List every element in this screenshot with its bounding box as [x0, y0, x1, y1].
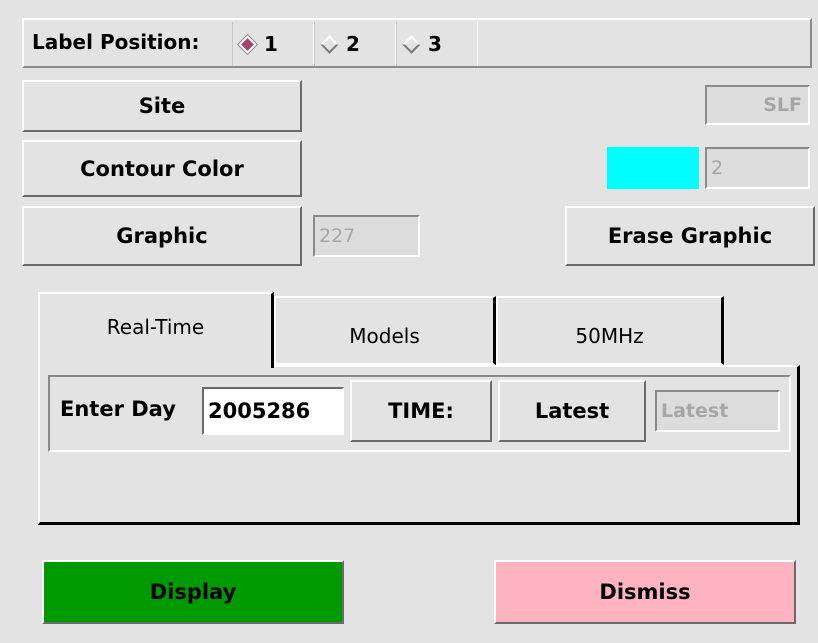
- label-position-bar: Label Position: 1 2 3: [22, 18, 812, 68]
- display-button[interactable]: Display: [42, 560, 344, 624]
- enter-day-input[interactable]: 2005286: [202, 387, 344, 435]
- time-button[interactable]: TIME:: [350, 380, 492, 442]
- enter-day-label: Enter Day: [60, 397, 176, 421]
- tab-50mhz[interactable]: 50MHz: [496, 296, 724, 365]
- radio-unselected-icon: [402, 34, 421, 54]
- dismiss-button[interactable]: Dismiss: [494, 560, 796, 624]
- graphic-field: 227: [313, 215, 420, 257]
- site-field: SLF: [705, 85, 810, 125]
- radio-unselected-icon: [320, 34, 339, 54]
- tab-models[interactable]: Models: [274, 296, 496, 365]
- contour-color-field: 2: [705, 147, 810, 189]
- site-button[interactable]: Site: [22, 80, 302, 132]
- label-position-label: Label Position:: [32, 30, 200, 54]
- label-position-radio-1[interactable]: 1: [232, 22, 314, 66]
- latest-field: Latest: [655, 390, 780, 432]
- label-position-radio-2[interactable]: 2: [314, 22, 396, 66]
- radio-label-3: 3: [428, 32, 442, 56]
- radio-selected-icon: [238, 34, 257, 54]
- contour-color-button[interactable]: Contour Color: [22, 140, 302, 197]
- label-position-radio-3[interactable]: 3: [396, 22, 478, 66]
- radio-label-2: 2: [346, 32, 360, 56]
- tab-real-time[interactable]: Real-Time: [38, 292, 274, 368]
- contour-color-swatch: [607, 147, 699, 189]
- latest-button[interactable]: Latest: [498, 380, 646, 442]
- radio-label-1: 1: [264, 32, 278, 56]
- erase-graphic-button[interactable]: Erase Graphic: [565, 206, 815, 266]
- graphic-button[interactable]: Graphic: [22, 206, 302, 266]
